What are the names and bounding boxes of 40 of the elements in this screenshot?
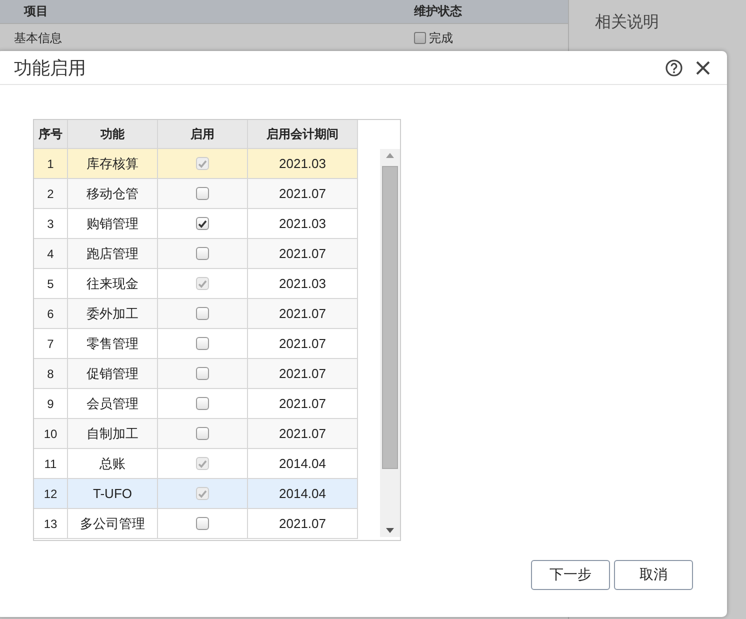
help-icon[interactable] [665, 58, 683, 76]
scrollbar-thumb[interactable] [382, 166, 398, 469]
column-header: 序号 [34, 120, 68, 149]
table-row[interactable]: 8 促销管理 2021.07 [34, 359, 358, 389]
scrollbar[interactable] [380, 149, 400, 537]
table-row[interactable]: 2 移动仓管 2021.07 [34, 179, 358, 209]
dialog-button[interactable]: 下一步 [531, 560, 610, 590]
table-row[interactable]: 3 购销管理 2021.03 [34, 209, 358, 239]
table-row[interactable]: 9 会员管理 2021.07 [34, 389, 358, 419]
checkbox[interactable] [196, 427, 209, 440]
checkbox[interactable] [196, 367, 209, 380]
dialog-title: 功能启用 [14, 56, 86, 80]
table-cell: 多公司管理 [68, 509, 158, 539]
panel-title: 相关说明 [595, 14, 659, 31]
column-header: 功能 [68, 120, 158, 149]
checkbox[interactable] [196, 307, 209, 320]
checkbox[interactable] [196, 397, 209, 410]
checkbox[interactable] [196, 517, 209, 530]
checkbox[interactable] [196, 187, 209, 200]
column-header: 项目 [22, 3, 49, 20]
column-header: 维护状态 [413, 3, 463, 20]
column-header: 启用会计期间 [248, 120, 358, 149]
scroll-up-icon[interactable] [386, 153, 394, 158]
dialog-button[interactable]: 取消 [614, 560, 693, 590]
table-cell: 13 [34, 509, 68, 539]
table-cell: 2021.07 [248, 509, 358, 539]
table-row[interactable]: 10 自制加工 2021.07 [34, 419, 358, 449]
checkbox[interactable] [196, 337, 209, 350]
close-icon[interactable] [695, 60, 711, 76]
table-row[interactable]: 4 跑店管理 2021.07 [34, 239, 358, 269]
checkbox[interactable] [196, 247, 209, 260]
checkbox[interactable] [196, 217, 209, 230]
table-row[interactable]: 7 零售管理 2021.07 [34, 329, 358, 359]
table-row[interactable]: 13 多公司管理 2021.07 [34, 509, 358, 539]
table-cell-text: 基本信息 [13, 30, 63, 46]
scroll-down-icon[interactable] [386, 528, 394, 533]
status-label: 完成 [429, 30, 453, 46]
column-header: 启用 [158, 120, 248, 149]
table-row[interactable]: 6 委外加工 2021.07 [34, 299, 358, 329]
checkbox[interactable] [414, 32, 426, 44]
